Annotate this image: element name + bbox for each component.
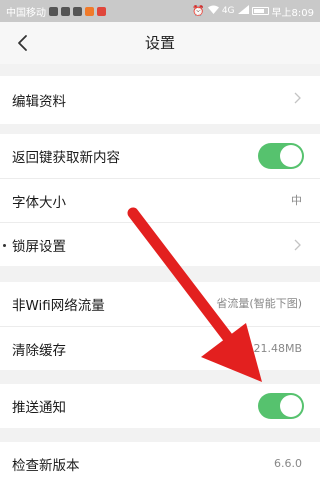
settings-row-font-size[interactable]: 字体大小 中 [0, 178, 320, 222]
settings-row-lock-screen[interactable]: 锁屏设置 [0, 222, 320, 266]
nav-header: 设置 [0, 22, 320, 64]
font-size-value: 中 [291, 194, 302, 207]
battery-icon [251, 7, 269, 15]
toggle-knob [280, 395, 302, 417]
bullet-dot [3, 244, 6, 247]
row-label: 锁屏设置 [12, 238, 66, 255]
app-notification-icon [73, 6, 82, 16]
status-bar: 中国移动 ⏰ 4G 早上8:09 [0, 0, 320, 22]
row-label: 返回键获取新内容 [12, 150, 120, 166]
alarm-icon: ⏰ [192, 5, 205, 17]
row-label: 清除缓存 [12, 342, 66, 359]
cache-size-value: 21.48MB [253, 342, 302, 355]
app-notification-icon [49, 6, 58, 16]
back-button[interactable] [8, 28, 38, 58]
status-left: 中国移动 [6, 4, 106, 19]
page-title: 设置 [144, 34, 175, 52]
settings-group-reading: 返回键获取新内容 字体大小 中 锁屏设置 [0, 134, 320, 266]
settings-group-about: 检查新版本 6.6.0 [0, 442, 320, 500]
chevron-right-icon [294, 92, 301, 104]
settings-group-profile: 编辑资料 [0, 76, 320, 124]
chevron-left-icon [18, 35, 27, 51]
settings-group-notifications: 推送通知 [0, 384, 320, 428]
settings-row-push-notifications: 推送通知 [0, 384, 320, 428]
row-label: 非Wifi网络流量 [12, 298, 105, 314]
settings-row-clear-cache[interactable]: 清除缓存 21.48MB [0, 326, 320, 370]
version-value: 6.6.0 [274, 457, 302, 470]
carrier-label: 中国移动 [6, 7, 46, 19]
signal-icon [237, 5, 249, 17]
non-wifi-traffic-value: 省流量(智能下图) [216, 297, 302, 310]
status-right: ⏰ 4G 早上8:09 [192, 4, 314, 19]
chevron-right-icon [294, 239, 301, 251]
settings-row-back-refresh: 返回键获取新内容 [0, 134, 320, 178]
app-notification-icon [85, 6, 94, 16]
app-notification-icon [97, 6, 106, 16]
back-refresh-toggle[interactable] [258, 143, 304, 169]
row-label: 检查新版本 [12, 458, 80, 474]
row-label: 推送通知 [12, 400, 66, 416]
row-label: 编辑资料 [12, 94, 66, 110]
wifi-icon [207, 5, 219, 17]
settings-group-data: 非Wifi网络流量 省流量(智能下图) 清除缓存 21.48MB [0, 282, 320, 370]
row-label: 字体大小 [12, 194, 66, 211]
clock-label: 早上8:09 [271, 7, 314, 19]
settings-row-check-update[interactable]: 检查新版本 6.6.0 [0, 442, 320, 486]
toggle-knob [280, 145, 302, 167]
app-notification-icon [61, 6, 70, 16]
settings-row-non-wifi-traffic[interactable]: 非Wifi网络流量 省流量(智能下图) [0, 282, 320, 326]
network-type-label: 4G [221, 6, 235, 16]
push-notifications-toggle[interactable] [258, 393, 304, 419]
settings-row-edit-profile[interactable]: 编辑资料 [0, 76, 320, 124]
